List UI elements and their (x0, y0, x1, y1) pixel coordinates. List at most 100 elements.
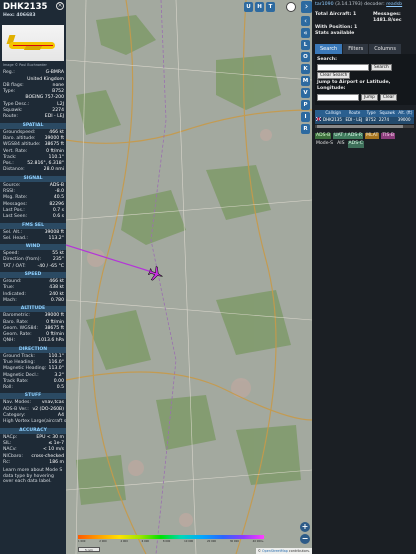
info-row: Distance: 28.0 nmi (0, 167, 66, 173)
footer-note: Learn more about Mode S data type by hov… (3, 468, 63, 485)
toggle-t-button[interactable]: T (266, 2, 275, 12)
callsign-title: DHK2135 (3, 2, 48, 12)
tab-filters[interactable]: Filters (343, 44, 369, 55)
search-button[interactable]: Search (371, 64, 392, 72)
table-header-row: Callsign Route Type Squawk Alt. (ft) (315, 109, 414, 117)
altitude-tick: 40 000+ (252, 540, 264, 543)
settings-gear-icon[interactable] (286, 2, 296, 12)
toggle-h-button[interactable]: H (255, 2, 264, 12)
altitude-tick: 6 000 (141, 540, 150, 543)
jump-input[interactable] (317, 93, 359, 101)
panel-tabs: Search Filters Columns (315, 44, 416, 55)
clear-jump-button[interactable]: Clear (379, 93, 398, 101)
info-row-label[interactable]: Mach: (3, 298, 17, 304)
table-row[interactable]: DHK2135 EDI - LEJ B752 2274 39000 (315, 116, 414, 124)
info-row-label[interactable]: Sel. Head.: (3, 236, 28, 242)
aircraft-info-panel: DHK2135 Hex: 406683 × Image © Paul Buchr… (0, 0, 66, 554)
info-row-value: 28.0 nmi (43, 167, 64, 173)
aircraft-details: Reg.: G-BMRA United Kingdom DB flags: none Ty… (0, 70, 66, 120)
info-row-label[interactable]: TAT / OAT: (3, 264, 26, 270)
info-row: Mach: 0.780 (0, 298, 66, 304)
info-row: High Vortex Large(aircraft such as B-757… (0, 419, 66, 425)
altitude-tick: 1 000 (78, 540, 86, 543)
info-row: QNH: 1013.6 hPa (0, 338, 66, 344)
info-row-label[interactable]: Route: (3, 114, 18, 120)
toggle-m-button[interactable]: M (301, 76, 310, 86)
toggle-i-button[interactable]: I (301, 112, 310, 122)
section-header: SPEED (0, 272, 66, 279)
legend-modes: Mode-S (316, 141, 334, 147)
info-row-label[interactable]: Rc: (3, 460, 10, 466)
aircraft-table: Callsign Route Type Squawk Alt. (ft) DHK… (315, 109, 414, 124)
close-icon[interactable]: × (56, 2, 64, 10)
search-label: Search: (317, 57, 338, 63)
clear-search-button[interactable]: Clear Search (317, 72, 351, 80)
messages: Messages: 1481.8/sec (373, 12, 413, 24)
collapse-panel-icon[interactable]: › (301, 1, 312, 13)
toggle-v-button[interactable]: V (301, 88, 310, 98)
search-input[interactable] (317, 64, 369, 72)
altitude-ticks: 1 000 2 000 4 000 6 000 8 000 10 000 20 000 30 … (78, 540, 264, 543)
jump-button[interactable]: Jump (361, 93, 378, 101)
col-type[interactable]: Type (364, 109, 378, 117)
total-aircraft-label: Total Aircraft: (315, 12, 352, 18)
attribution-link[interactable]: OpenStreetMap (262, 549, 288, 553)
aircraft-photo[interactable] (2, 25, 64, 61)
attribution-prefix: © (257, 549, 261, 553)
col-route[interactable]: Route (344, 109, 365, 117)
info-row-label[interactable]: High Vortex Large(aircraft such as B-757… (3, 419, 66, 425)
messages-label: Messages: (373, 12, 401, 18)
info-row: Roll: 0.5 (0, 385, 66, 391)
cell-type: B752 (364, 116, 378, 124)
info-row-label[interactable]: Roll: (3, 385, 13, 391)
flag-icon (315, 116, 322, 124)
col-squawk[interactable]: Squawk (377, 109, 397, 117)
toggle-u-button[interactable]: U (244, 2, 253, 12)
photo-credit: Image © Paul Buchroeder (3, 63, 47, 67)
toggle-r-button[interactable]: R (301, 124, 310, 134)
toggle-p-button[interactable]: P (301, 100, 310, 110)
col-callsign[interactable]: Callsign (322, 109, 345, 117)
info-row-label[interactable]: Distance: (3, 167, 25, 173)
table-scrollbar[interactable] (315, 124, 414, 128)
info-row: Sel. Head.: 113.2° (0, 236, 66, 242)
toggle-k-button[interactable]: K (301, 64, 310, 74)
chevron-left-double-icon[interactable]: « (301, 28, 310, 38)
tab-search[interactable]: Search (315, 44, 343, 55)
info-row-value: 0.5 (56, 385, 64, 391)
info-row-label[interactable]: Type: (3, 89, 15, 95)
version-line: tar1090 (3.14.1793) decoder: readsb (312, 0, 416, 8)
aircraft-marker-icon[interactable] (148, 266, 164, 282)
toggle-l-button[interactable]: L (301, 40, 310, 50)
col-alt[interactable]: Alt. (ft) (396, 109, 414, 117)
zoom-out-button[interactable]: − (300, 534, 310, 544)
info-header: DHK2135 Hex: 406683 × (0, 0, 66, 25)
source-legend: ADS-B UAT / ADS-R MLAT TIS-B Mode-S AIS … (315, 132, 416, 148)
info-row-label[interactable]: Reg.: (3, 70, 15, 76)
section-header: ALTITUDE (0, 306, 66, 313)
app-name[interactable]: tar1090 (315, 2, 334, 7)
info-row-label[interactable]: Last Seen: (3, 214, 27, 220)
stats-link[interactable]: Stats available (315, 31, 413, 37)
info-row-label[interactable]: QNH: (3, 338, 15, 344)
altitude-tick: 20 000 (206, 540, 217, 543)
toggle-o-button[interactable]: O (301, 52, 310, 62)
section-header: FMS SEL (0, 222, 66, 229)
info-row: Route: EDI - LEJ (0, 114, 66, 120)
section-header: DIRECTION (0, 346, 66, 353)
hex-line: Hex: 406683 (3, 13, 64, 19)
app-version: (3.14.1793) (335, 2, 363, 7)
sidebar-panel: tar1090 (3.14.1793) decoder: readsb Tota… (312, 0, 416, 554)
with-position-value: 1 (353, 24, 358, 30)
map-view[interactable]: U H T ‹ « L O K M V P I R + − 1 000 2 000… (66, 0, 312, 554)
chevron-left-icon[interactable]: ‹ (301, 16, 310, 26)
decoder-label: decoder: (364, 2, 385, 7)
cell-callsign: DHK2135 (322, 116, 345, 124)
map-terrain (66, 0, 312, 554)
decoder-link[interactable]: readsb (386, 2, 402, 7)
col-flag[interactable] (315, 109, 322, 117)
legend-adsc: ADS-C (347, 141, 364, 148)
zoom-in-button[interactable]: + (300, 522, 310, 532)
hex-label: Hex: (3, 13, 15, 18)
tab-columns[interactable]: Columns (369, 44, 401, 55)
